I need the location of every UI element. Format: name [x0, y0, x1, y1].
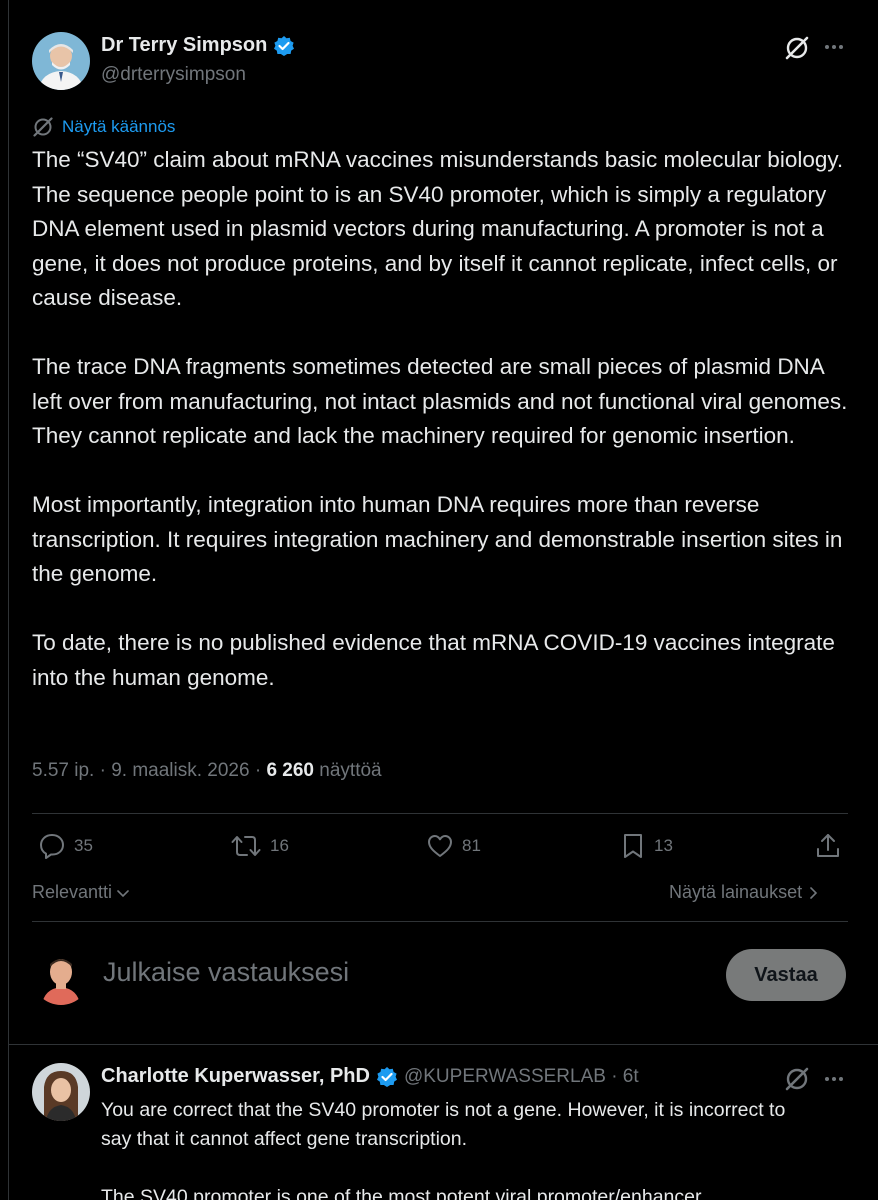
- views-count: 6 260: [266, 760, 314, 781]
- reply-author-name[interactable]: Charlotte Kuperwasser, PhD: [101, 1065, 370, 1088]
- divider: [9, 1044, 878, 1045]
- like-count: 81: [462, 836, 481, 855]
- bookmark-icon: [624, 834, 642, 858]
- bookmark-action-button[interactable]: 13: [620, 832, 673, 860]
- post-metadata: 5.57 ip. · 9. maalisk. 2026 · 6 260 näyt…: [32, 760, 382, 782]
- grok-small-icon: [33, 117, 53, 137]
- author-avatar[interactable]: [32, 32, 90, 90]
- chevron-right-icon: [810, 886, 818, 899]
- post-text: The “SV40” claim about mRNA vaccines mis…: [32, 143, 848, 730]
- reply-composer-input[interactable]: Julkaise vastauksesi: [103, 957, 349, 988]
- reply-paragraph: The SV40 promoter is one of the most pot…: [101, 1186, 702, 1200]
- post-paragraph: The “SV40” claim about mRNA vaccines mis…: [32, 147, 844, 310]
- show-quotes-label[interactable]: Näytä lainaukset: [669, 882, 802, 903]
- repost-icon: [231, 836, 261, 856]
- reply-handle-time[interactable]: @KUPERWASSERLAB · 6t: [404, 1066, 639, 1088]
- more-options-icon[interactable]: [821, 1066, 847, 1092]
- post-paragraph: To date, there is no published evidence …: [32, 630, 835, 690]
- reply-author-line: Charlotte Kuperwasser, PhD @KUPERWASSERL…: [101, 1065, 639, 1088]
- reply-submit-button[interactable]: Vastaa: [726, 949, 846, 1001]
- views-label: näyttöä: [319, 760, 382, 781]
- reply-text: You are correct that the SV40 promoter i…: [101, 1096, 821, 1200]
- repost-action-button[interactable]: 16: [230, 832, 289, 860]
- divider: [32, 921, 848, 922]
- show-translation-link[interactable]: Näytä käännös: [32, 116, 175, 138]
- share-action-button[interactable]: [814, 832, 842, 860]
- current-user-avatar[interactable]: [32, 947, 90, 1005]
- reply-icon: [40, 834, 64, 859]
- post-timestamp[interactable]: 5.57 ip. · 9. maalisk. 2026 ·: [32, 760, 261, 781]
- bookmark-count: 13: [654, 836, 673, 855]
- more-options-icon[interactable]: [821, 34, 847, 60]
- share-icon: [817, 834, 839, 857]
- reply-count: 35: [74, 836, 93, 855]
- author-name-text[interactable]: Dr Terry Simpson: [101, 34, 267, 57]
- chevron-down-icon: [117, 889, 129, 897]
- verified-badge-icon: [376, 1066, 397, 1087]
- author-name[interactable]: Dr Terry Simpson: [101, 34, 295, 57]
- author-handle[interactable]: @drterrysimpson: [101, 64, 246, 86]
- heart-icon: [428, 835, 452, 857]
- post-paragraph: The trace DNA fragments sometimes detect…: [32, 354, 848, 448]
- post-paragraph: Most importantly, integration into human…: [32, 492, 843, 586]
- repost-count: 16: [270, 836, 289, 855]
- reply-action-button[interactable]: 35: [38, 832, 93, 860]
- sort-replies-dropdown[interactable]: Relevantti: [32, 882, 130, 903]
- grok-icon[interactable]: [783, 1065, 811, 1093]
- show-translation-label[interactable]: Näytä käännös: [62, 117, 175, 137]
- grok-icon[interactable]: [783, 34, 811, 62]
- verified-badge-icon: [274, 35, 295, 56]
- reply-author-avatar[interactable]: [32, 1063, 90, 1121]
- divider: [32, 813, 848, 814]
- like-action-button[interactable]: 81: [426, 832, 481, 860]
- reply-paragraph: You are correct that the SV40 promoter i…: [101, 1099, 786, 1150]
- sort-label[interactable]: Relevantti: [32, 882, 112, 903]
- show-quotes-link[interactable]: Näytä lainaukset: [669, 882, 820, 903]
